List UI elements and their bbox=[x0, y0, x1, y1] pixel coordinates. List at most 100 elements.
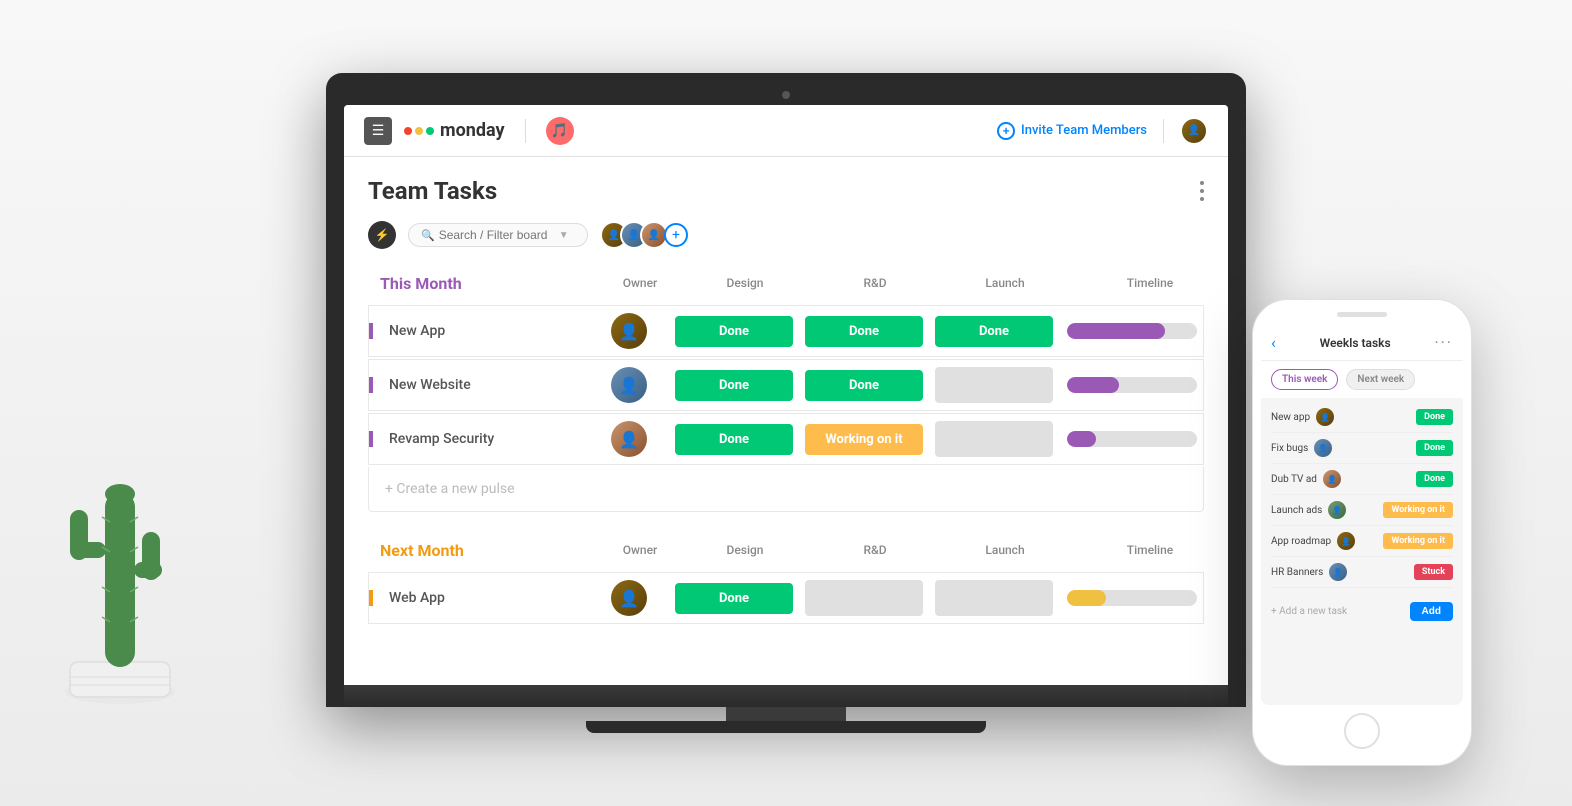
rnd-cell: Working on it bbox=[799, 420, 929, 459]
status-badge: Done bbox=[805, 370, 923, 401]
owner-cell: 👤 bbox=[589, 367, 669, 403]
empty-status bbox=[935, 421, 1053, 457]
phone-speaker bbox=[1337, 312, 1387, 317]
col-header-launch: Launch bbox=[940, 276, 1070, 290]
menu-dot bbox=[1200, 197, 1204, 201]
owner-avatar: 👤 bbox=[611, 580, 647, 616]
phone-back-button[interactable]: ‹ bbox=[1271, 333, 1276, 352]
status-badge: Done bbox=[675, 316, 793, 347]
timeline-bar-fill bbox=[1067, 590, 1106, 606]
phone-task-name: HR Banners bbox=[1271, 567, 1323, 578]
timeline-bar-bg bbox=[1067, 431, 1197, 447]
tab-next-week[interactable]: Next week bbox=[1346, 369, 1415, 390]
laptop-camera bbox=[782, 91, 790, 99]
phone-task-name: Fix bugs bbox=[1271, 443, 1308, 454]
launch-cell bbox=[929, 576, 1059, 620]
toolbar-row: ⚡ 🔍 ▼ 👤 👤 👤 + bbox=[368, 221, 1204, 249]
status-badge: Done bbox=[675, 583, 793, 614]
phone-add-button[interactable]: Add bbox=[1410, 602, 1453, 621]
board-menu-button[interactable] bbox=[1200, 181, 1204, 201]
phone-task-avatar: 👤 bbox=[1314, 439, 1332, 457]
owner-avatar: 👤 bbox=[611, 367, 647, 403]
phone-add-row: + Add a new task Add bbox=[1261, 592, 1463, 631]
table-row: Revamp Security 👤 Done Working on it bbox=[368, 413, 1204, 465]
search-input[interactable] bbox=[439, 228, 559, 242]
activity-icon[interactable]: ⚡ bbox=[368, 221, 396, 249]
phone-status-badge: Done bbox=[1416, 471, 1453, 487]
rnd-cell: Done bbox=[799, 366, 929, 405]
avatar-toolbar: 👤 👤 👤 + bbox=[600, 221, 688, 249]
phone-task-left: App roadmap 👤 bbox=[1271, 532, 1355, 550]
status-badge: Done bbox=[935, 316, 1053, 347]
user-avatar[interactable]: 👤 bbox=[1180, 117, 1208, 145]
status-badge: Done bbox=[805, 316, 923, 347]
laptop-screen: ☰ monday 🎵 bbox=[344, 105, 1228, 685]
phone-task-avatar: 👤 bbox=[1328, 501, 1346, 519]
phone-task-name: Dub TV ad bbox=[1271, 474, 1317, 485]
group-header-next-month: Next Month Owner Design R&D Launch Timel… bbox=[368, 536, 1204, 564]
laptop-base bbox=[344, 685, 1228, 707]
laptop-stand bbox=[726, 707, 846, 721]
design-cell: Done bbox=[669, 366, 799, 405]
status-badge: Done bbox=[675, 424, 793, 455]
status-badge: Done bbox=[675, 370, 793, 401]
empty-status bbox=[935, 367, 1053, 403]
create-pulse-row[interactable]: + Create a new pulse bbox=[368, 467, 1204, 512]
list-item: HR Banners 👤 Stuck bbox=[1271, 557, 1453, 588]
logo-text: monday bbox=[440, 120, 505, 141]
group-title-next-month: Next Month bbox=[380, 541, 600, 560]
logo-dot-green bbox=[426, 127, 434, 135]
col-header-timeline: Timeline bbox=[1070, 543, 1228, 557]
phone-task-avatar: 👤 bbox=[1337, 532, 1355, 550]
phone-tabs: This week Next week bbox=[1261, 361, 1463, 398]
header-divider bbox=[1163, 119, 1164, 143]
menu-dot bbox=[1200, 181, 1204, 185]
phone-more-button[interactable]: ··· bbox=[1434, 333, 1453, 352]
owner-avatar: 👤 bbox=[611, 313, 647, 349]
phone-screen: ‹ Weekls tasks ··· This week Next week N… bbox=[1261, 325, 1463, 705]
task-name-cell: Web App bbox=[369, 590, 589, 606]
timeline-bar-bg bbox=[1067, 377, 1197, 393]
col-header-rnd: R&D bbox=[810, 276, 940, 290]
nav-menu-button[interactable]: ☰ bbox=[364, 117, 392, 145]
logo-dot-yellow bbox=[415, 127, 423, 135]
empty-status bbox=[805, 580, 923, 616]
timeline-cell bbox=[1059, 427, 1219, 451]
phone-task-left: Dub TV ad 👤 bbox=[1271, 470, 1341, 488]
owner-avatar: 👤 bbox=[611, 421, 647, 457]
empty-status bbox=[935, 580, 1053, 616]
owner-cell: 👤 bbox=[589, 421, 669, 457]
task-name-cell: New App bbox=[369, 323, 589, 339]
col-header-owner: Owner bbox=[600, 543, 680, 557]
phone-task-avatar: 👤 bbox=[1329, 563, 1347, 581]
timeline-cell bbox=[1059, 319, 1219, 343]
col-header-design: Design bbox=[680, 276, 810, 290]
cactus-decoration bbox=[40, 402, 200, 726]
phone-home-button[interactable] bbox=[1344, 713, 1380, 749]
timeline-bar-fill bbox=[1067, 323, 1165, 339]
timeline-cell bbox=[1059, 373, 1219, 397]
search-box[interactable]: 🔍 ▼ bbox=[408, 223, 588, 247]
timeline-bar-bg bbox=[1067, 323, 1197, 339]
header-left: ☰ monday 🎵 bbox=[364, 117, 574, 145]
phone-add-text: + Add a new task bbox=[1271, 606, 1347, 617]
design-cell: Done bbox=[669, 420, 799, 459]
design-cell: Done bbox=[669, 579, 799, 618]
board-title-row: Team Tasks bbox=[368, 177, 1204, 205]
launch-cell bbox=[929, 363, 1059, 407]
add-member-button[interactable]: + bbox=[664, 223, 688, 247]
phone-status-badge: Working on it bbox=[1383, 502, 1453, 518]
menu-dot bbox=[1200, 189, 1204, 193]
tab-this-week[interactable]: This week bbox=[1271, 369, 1338, 390]
phone-title: Weekls tasks bbox=[1320, 336, 1391, 350]
status-badge: Working on it bbox=[805, 424, 923, 455]
invite-team-button[interactable]: + Invite Team Members bbox=[997, 122, 1147, 140]
list-item: Launch ads 👤 Working on it bbox=[1271, 495, 1453, 526]
col-header-launch: Launch bbox=[940, 543, 1070, 557]
list-item: New app 👤 Done bbox=[1271, 402, 1453, 433]
phone-outer: ‹ Weekls tasks ··· This week Next week N… bbox=[1252, 299, 1472, 766]
phone-task-list: New app 👤 Done Fix bugs 👤 Done bbox=[1261, 398, 1463, 592]
phone-task-left: New app 👤 bbox=[1271, 408, 1334, 426]
phone-task-name: New app bbox=[1271, 412, 1310, 423]
logo-divider bbox=[525, 119, 526, 143]
